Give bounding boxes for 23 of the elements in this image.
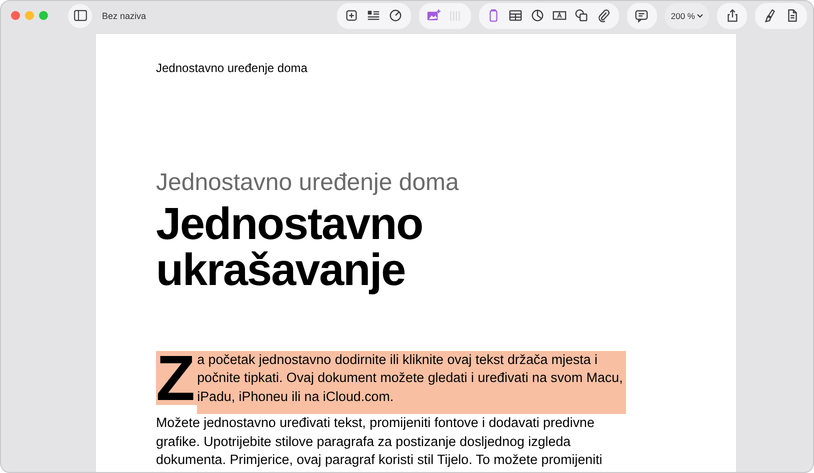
- add-icon: [344, 8, 360, 23]
- page-header: Jednostavno uređenje doma: [156, 60, 308, 75]
- drop-cap: Z: [156, 351, 198, 405]
- document-subtitle: Jednostavno uređenje doma: [156, 168, 460, 197]
- zoom-menu[interactable]: 200 %: [664, 2, 709, 28]
- caret-icon: [697, 14, 703, 18]
- body-paragraph: a početak jednostavno dodirnite ili kliknite ovaj tekst držača mjesta i počnite tipkati. Ovaj dokument možete gledati i uređivati na svom Macu, iPadu, iPhoneu ili na iCloud.com.: [197, 351, 626, 414]
- sidebar-button[interactable]: [68, 4, 92, 28]
- chart-icon: [530, 8, 546, 23]
- share-icon: [724, 8, 740, 23]
- paperclip-icon: [596, 8, 612, 23]
- shapes-icon: [574, 8, 590, 23]
- brush-icon: [762, 8, 778, 23]
- body-paragraph: Možete jednostavno uređivati tekst, promijeniti fontove i dodavati predivne grafike. Upotrijebite stilove paragrafa za postizanje dosljednog izgleda dokumenta. Primjerice, ovaj paragraf koristi stil Tijelo. To možete promijeniti: [156, 415, 602, 468]
- gauge-icon: [388, 8, 404, 23]
- table-icon: [508, 8, 524, 23]
- window-title: Bez naziva: [102, 10, 148, 20]
- text-field-icon: [552, 8, 568, 23]
- comment-icon: [634, 8, 650, 23]
- sidebar-icon: [74, 10, 86, 21]
- image-add-icon: [426, 8, 442, 23]
- document-title: Jednostavno ukrašavanje: [156, 201, 424, 293]
- list-icon: [366, 8, 382, 23]
